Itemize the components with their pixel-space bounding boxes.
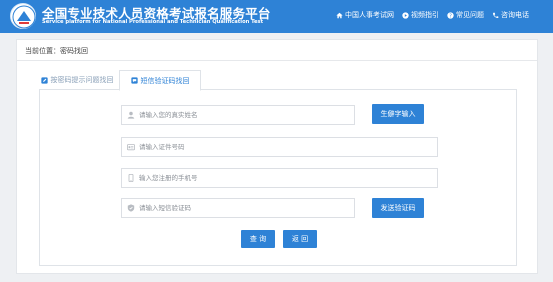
nav-link-video[interactable]: 视频指引 <box>402 10 439 20</box>
nav-link-cpta[interactable]: 中国人事考试网 <box>336 10 394 20</box>
shield-icon <box>127 204 135 212</box>
top-header: 全国专业技术人员资格考试报名服务平台 Service platform for … <box>0 0 553 33</box>
sms-code-input[interactable] <box>139 204 339 212</box>
id-number-field[interactable] <box>121 137 438 157</box>
query-button[interactable]: 查 询 <box>241 230 275 248</box>
play-icon <box>402 11 409 19</box>
name-input[interactable] <box>139 111 339 119</box>
nav-link-hotline[interactable]: 咨询电话 <box>492 10 529 20</box>
tab-security-question[interactable]: 按密码提示问题找回 <box>39 70 115 90</box>
rare-char-button[interactable]: 生僻字输入 <box>372 104 424 124</box>
svg-text:?: ? <box>449 13 452 19</box>
nav-link-label: 视频指引 <box>411 11 439 19</box>
tab-label: 短信验证码找回 <box>140 76 190 85</box>
emblem-icon <box>10 3 36 29</box>
home-icon <box>336 12 343 18</box>
id-number-input[interactable] <box>139 143 339 151</box>
sms-code-field[interactable] <box>121 198 355 218</box>
name-field[interactable] <box>121 105 355 125</box>
breadcrumb-divider <box>17 60 537 61</box>
phone-input[interactable] <box>139 174 339 182</box>
id-card-icon <box>127 144 135 151</box>
question-icon: ? <box>447 11 454 19</box>
send-code-button[interactable]: 发送验证码 <box>372 198 424 218</box>
tab-bar: 按密码提示问题找回 短信验证码找回 <box>39 70 517 91</box>
back-button[interactable]: 返 回 <box>283 230 317 248</box>
nav-link-faq[interactable]: ? 常见问题 <box>447 10 484 20</box>
site-subtitle: Service platform for National Profession… <box>42 19 264 25</box>
user-icon <box>127 111 135 119</box>
nav-link-label: 咨询电话 <box>501 11 529 19</box>
main-panel: 当前位置：密码找回 按密码提示问题找回 短信验证码找回 生僻字输入 发送验证码 … <box>16 39 538 274</box>
breadcrumb: 当前位置：密码找回 <box>25 47 88 55</box>
phone-field[interactable] <box>121 168 438 188</box>
phone-icon <box>493 12 499 18</box>
tab-sms-code[interactable]: 短信验证码找回 <box>119 70 201 91</box>
tab-label: 按密码提示问题找回 <box>50 76 114 84</box>
top-nav: 中国人事考试网 视频指引 ? 常见问题 咨询电话 <box>328 10 529 20</box>
nav-link-label: 常见问题 <box>456 11 484 19</box>
nav-link-label: 中国人事考试网 <box>345 11 394 19</box>
edit-icon <box>40 76 48 84</box>
sms-icon <box>130 77 138 84</box>
mobile-icon <box>128 174 134 182</box>
